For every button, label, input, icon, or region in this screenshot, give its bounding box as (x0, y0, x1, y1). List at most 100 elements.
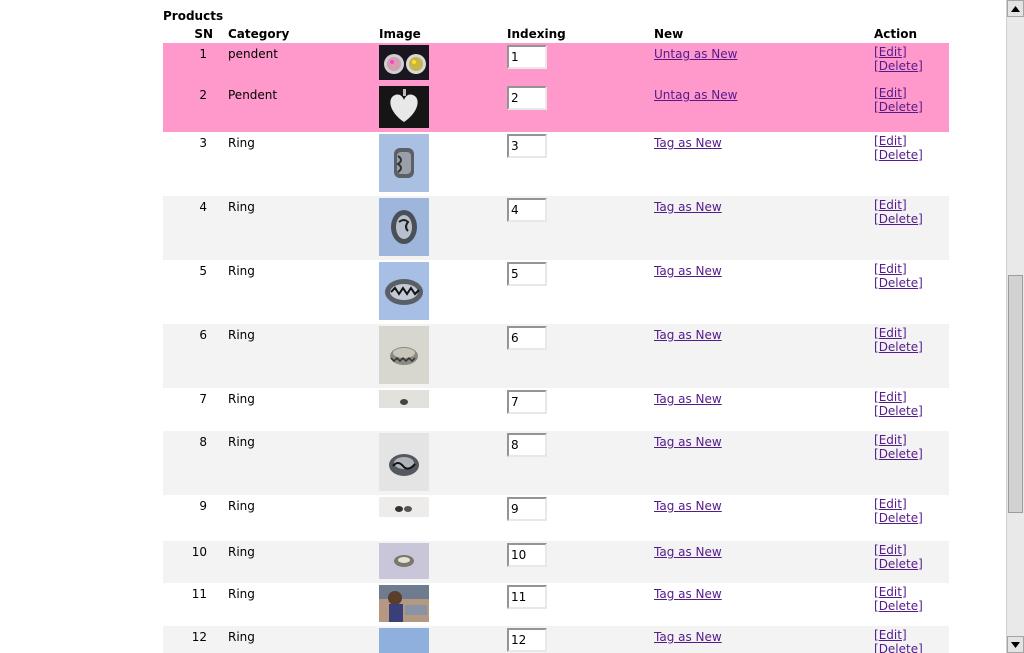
edit-link[interactable]: Edit (879, 198, 902, 212)
row-indexing-cell (494, 86, 641, 132)
product-thumbnail[interactable] (379, 543, 429, 579)
row-action-cell: [Edit] [Delete] (874, 326, 923, 354)
row-indexing-cell (494, 326, 641, 388)
tag-as-new-link[interactable]: Tag as New (654, 435, 722, 449)
product-thumbnail[interactable] (379, 45, 429, 80)
delete-link[interactable]: Delete (879, 340, 918, 354)
tag-as-new-link[interactable]: Tag as New (654, 328, 722, 342)
product-thumbnail[interactable] (379, 86, 429, 128)
indexing-input[interactable] (507, 585, 547, 609)
tag-as-new-link[interactable]: Tag as New (654, 630, 722, 644)
row-action-cell: [Edit] [Delete] (861, 628, 949, 653)
table-row: 2 Pendent Untag as New [Edit] [Delete] (163, 84, 949, 132)
row-image-cell (366, 45, 494, 84)
edit-link[interactable]: Edit (879, 86, 902, 100)
table-row: 1 pendent Untag as New [E (163, 43, 949, 84)
indexing-input[interactable] (507, 134, 547, 158)
indexing-input[interactable] (507, 543, 547, 567)
section-title: Products (163, 9, 224, 23)
edit-link[interactable]: Edit (879, 262, 902, 276)
product-thumbnail[interactable] (379, 433, 429, 491)
untag-as-new-link[interactable]: Untag as New (654, 47, 737, 61)
header-new: New (654, 27, 684, 41)
tag-as-new-link[interactable]: Tag as New (654, 136, 722, 150)
tag-as-new-link[interactable]: Tag as New (654, 545, 722, 559)
edit-link[interactable]: Edit (879, 45, 902, 59)
delete-link[interactable]: Delete (879, 100, 918, 114)
delete-link[interactable]: Delete (879, 599, 918, 613)
indexing-input[interactable] (507, 433, 547, 457)
product-thumbnail[interactable] (379, 262, 429, 320)
edit-link[interactable]: Edit (879, 628, 902, 642)
edit-link[interactable]: Edit (879, 585, 902, 599)
table-row: 6 Ring Tag as New [Edit] [Delete] (163, 324, 949, 388)
row-sn: 12 (191, 630, 207, 644)
row-category: Ring (228, 136, 255, 150)
indexing-input[interactable] (507, 45, 547, 69)
indexing-input[interactable] (507, 86, 547, 110)
row-image-cell (366, 628, 494, 653)
row-image-cell (366, 390, 494, 431)
indexing-input[interactable] (507, 628, 547, 652)
edit-link[interactable]: Edit (879, 326, 902, 340)
tag-as-new-link[interactable]: Tag as New (654, 200, 722, 214)
edit-link[interactable]: Edit (879, 134, 902, 148)
row-indexing-cell (494, 390, 641, 431)
row-category: Ring (228, 545, 255, 559)
row-category: pendent (228, 47, 278, 61)
row-new-cell: Untag as New (641, 86, 861, 132)
row-category: Ring (228, 630, 255, 644)
indexing-input[interactable] (507, 326, 547, 350)
edit-link[interactable]: Edit (879, 543, 902, 557)
product-thumbnail[interactable] (379, 326, 429, 384)
indexing-input[interactable] (507, 497, 547, 521)
row-indexing-cell (494, 585, 641, 626)
indexing-input[interactable] (507, 390, 547, 414)
edit-link[interactable]: Edit (879, 497, 902, 511)
edit-link[interactable]: Edit (879, 390, 902, 404)
row-new-cell: Tag as New (641, 628, 861, 653)
delete-link[interactable]: Delete (879, 447, 918, 461)
row-new-cell: Tag as New (641, 134, 861, 196)
row-action-cell: [Edit] [Delete] (874, 86, 923, 114)
table-header: SN Category Image Indexing New Action (163, 23, 949, 43)
indexing-input[interactable] (507, 262, 547, 286)
delete-link[interactable]: Delete (879, 59, 918, 73)
vertical-scrollbar[interactable] (1006, 0, 1024, 653)
header-image: Image (379, 27, 421, 41)
delete-link[interactable]: Delete (879, 557, 918, 571)
scroll-down-button[interactable] (1007, 636, 1024, 653)
product-thumbnail[interactable] (379, 497, 429, 517)
row-new-cell: Untag as New (641, 45, 861, 84)
row-sn: 8 (199, 435, 207, 449)
delete-link[interactable]: Delete (879, 148, 918, 162)
row-sn: 1 (199, 47, 207, 61)
row-indexing-cell (494, 198, 641, 260)
delete-link[interactable]: Delete (879, 642, 918, 653)
row-sn: 5 (199, 264, 207, 278)
scroll-up-button[interactable] (1007, 0, 1024, 17)
indexing-input[interactable] (507, 198, 547, 222)
product-thumbnail[interactable] (379, 134, 429, 192)
row-new-cell: Tag as New (641, 585, 861, 626)
product-thumbnail[interactable] (379, 198, 429, 256)
product-thumbnail[interactable] (379, 628, 429, 653)
delete-link[interactable]: Delete (879, 511, 918, 525)
delete-link[interactable]: Delete (879, 276, 918, 290)
tag-as-new-link[interactable]: Tag as New (654, 499, 722, 513)
delete-link[interactable]: Delete (879, 404, 918, 418)
row-action-cell: [Edit] [Delete] (874, 262, 923, 290)
row-action-cell: [Edit] [Delete] (874, 198, 923, 226)
edit-link[interactable]: Edit (879, 433, 902, 447)
product-thumbnail[interactable] (379, 390, 429, 408)
row-new-cell: Tag as New (641, 433, 861, 495)
row-sn: 3 (199, 136, 207, 150)
row-category: Ring (228, 435, 255, 449)
product-thumbnail[interactable] (379, 585, 429, 622)
delete-link[interactable]: Delete (879, 212, 918, 226)
scrollbar-thumb[interactable] (1008, 275, 1023, 513)
tag-as-new-link[interactable]: Tag as New (654, 392, 722, 406)
tag-as-new-link[interactable]: Tag as New (654, 587, 722, 601)
tag-as-new-link[interactable]: Tag as New (654, 264, 722, 278)
untag-as-new-link[interactable]: Untag as New (654, 88, 737, 102)
